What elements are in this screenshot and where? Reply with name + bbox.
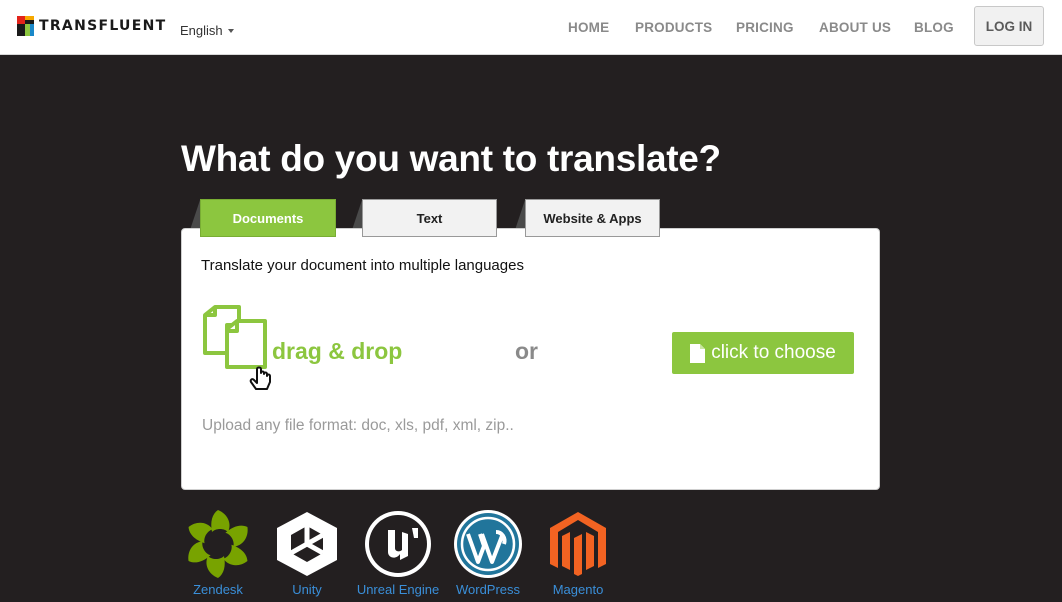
zendesk-logo-icon [188, 510, 248, 578]
nav-products[interactable]: PRODUCTS [635, 20, 712, 35]
caret-down-icon [227, 28, 234, 33]
integration-zendesk[interactable]: Zendesk [177, 508, 259, 597]
logo-text: TRANSFLUENT [39, 18, 167, 34]
unreal-engine-logo-icon [365, 511, 431, 577]
integration-unreal-engine[interactable]: Unreal Engine [357, 508, 439, 597]
click-to-choose-button[interactable]: click to choose [672, 332, 854, 374]
language-selector[interactable]: English [180, 23, 234, 38]
nav-pricing[interactable]: PRICING [736, 20, 794, 35]
integration-label: Unity [292, 582, 322, 597]
upload-panel: Translate your document into multiple la… [181, 228, 880, 490]
drag-and-drop-label[interactable]: drag & drop [272, 338, 402, 365]
documents-drag-icon [203, 305, 271, 390]
integration-unity[interactable]: Unity [266, 508, 348, 597]
file-icon [690, 343, 706, 363]
file-format-hint: Upload any file format: doc, xls, pdf, x… [202, 417, 514, 434]
integration-wordpress[interactable]: WordPress [447, 508, 529, 597]
integration-label: Zendesk [193, 582, 243, 597]
click-to-choose-label: click to choose [711, 342, 836, 363]
integration-label: WordPress [455, 582, 521, 597]
tab-text[interactable]: Text [362, 199, 497, 237]
or-label: or [515, 338, 538, 364]
logo-mark-icon [17, 16, 34, 36]
login-button[interactable]: LOG IN [974, 6, 1044, 46]
unity-logo-icon [277, 512, 337, 576]
wordpress-logo-icon [454, 510, 522, 578]
magento-logo-icon [550, 512, 606, 576]
nav-blog[interactable]: BLOG [914, 20, 954, 35]
top-navbar: TRANSFLUENT English HOME PRODUCTS PRICIN… [0, 0, 1062, 55]
language-label: English [180, 23, 223, 38]
panel-title: Translate your document into multiple la… [201, 257, 524, 274]
nav-about-us[interactable]: ABOUT US [819, 20, 891, 35]
tab-documents[interactable]: Documents [200, 199, 336, 237]
integration-label: Magento [552, 582, 604, 597]
integration-magento[interactable]: Magento [537, 508, 619, 597]
page-headline: What do you want to translate? [181, 138, 721, 179]
transfluent-logo[interactable]: TRANSFLUENT [17, 16, 166, 36]
tab-website-apps[interactable]: Website & Apps [525, 199, 660, 237]
nav-home[interactable]: HOME [568, 20, 609, 35]
integration-label: Unreal Engine [356, 582, 440, 597]
